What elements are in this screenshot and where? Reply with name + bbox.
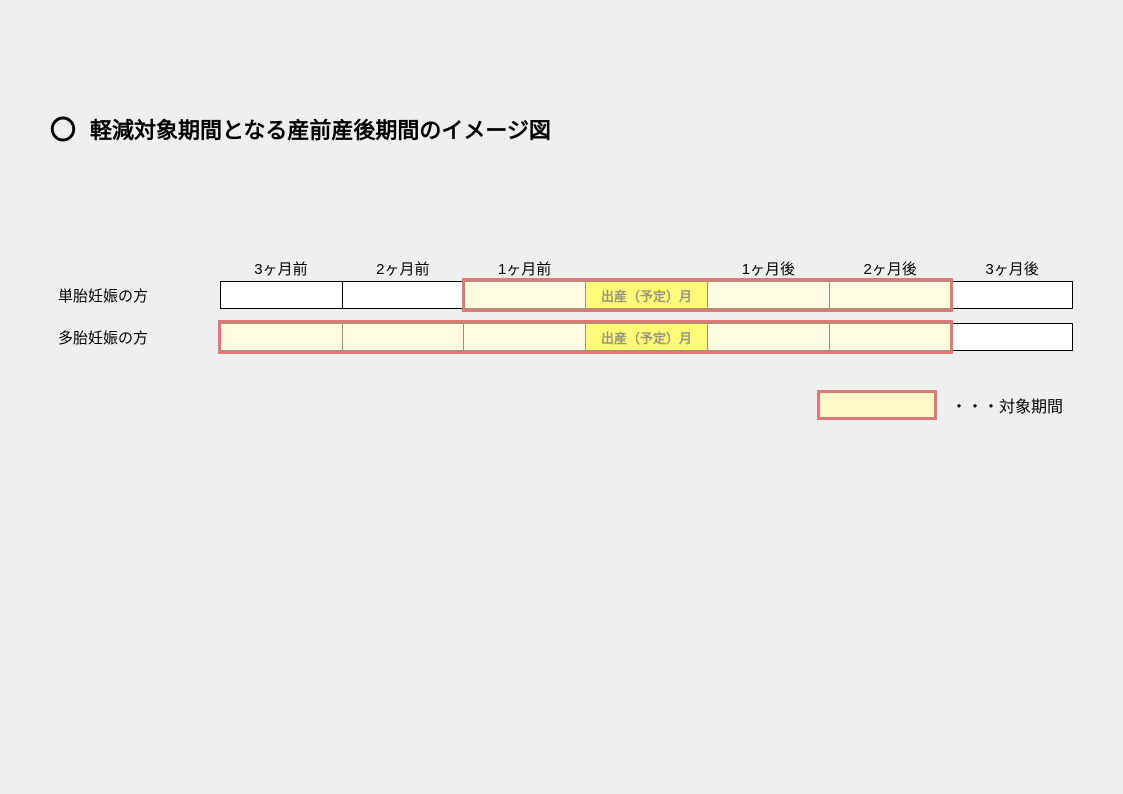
row-label-multi: 多胎妊娠の方: [50, 323, 220, 351]
cell: [951, 281, 1073, 309]
col-header: 2ヶ月前: [342, 257, 464, 281]
diagram-container: 〇 軽減対象期間となる産前産後期間のイメージ図 3ヶ月前 2ヶ月前 1ヶ月前 1…: [0, 0, 1123, 351]
col-header: 3ヶ月後: [951, 257, 1073, 281]
cell: [830, 281, 952, 309]
cell: [464, 323, 586, 351]
timeline-header: 3ヶ月前 2ヶ月前 1ヶ月前 1ヶ月後 2ヶ月後 3ヶ月後: [50, 257, 1073, 281]
cell: [708, 281, 830, 309]
timeline-chart: 3ヶ月前 2ヶ月前 1ヶ月前 1ヶ月後 2ヶ月後 3ヶ月後 単胎妊娠の方 出産（…: [50, 257, 1073, 351]
cell: [951, 323, 1073, 351]
cell: [830, 323, 952, 351]
cell: [343, 281, 465, 309]
page-title: 軽減対象期間となる産前産後期間のイメージ図: [90, 113, 551, 145]
header-spacer: [50, 257, 220, 281]
row-multi: 多胎妊娠の方 出産（予定）月: [50, 323, 1073, 351]
birth-month-cell: 出産（予定）月: [586, 323, 708, 351]
row-label-single: 単胎妊娠の方: [50, 281, 220, 309]
birth-month-cell: 出産（予定）月: [586, 281, 708, 309]
cell: [464, 281, 586, 309]
legend-label: ・・・対象期間: [951, 393, 1063, 417]
legend-swatch: [817, 390, 937, 420]
title-bullet-icon: 〇: [50, 110, 76, 147]
cell: [220, 323, 343, 351]
col-header: 1ヶ月前: [464, 257, 586, 281]
row-single: 単胎妊娠の方 出産（予定）月: [50, 281, 1073, 309]
cell: [708, 323, 830, 351]
legend: ・・・対象期間: [817, 390, 1063, 420]
col-header: 1ヶ月後: [707, 257, 829, 281]
cell: [343, 323, 465, 351]
col-header: 2ヶ月後: [829, 257, 951, 281]
cell: [220, 281, 343, 309]
col-header: [586, 257, 708, 281]
title-row: 〇 軽減対象期間となる産前産後期間のイメージ図: [50, 110, 1073, 147]
col-header: 3ヶ月前: [220, 257, 342, 281]
